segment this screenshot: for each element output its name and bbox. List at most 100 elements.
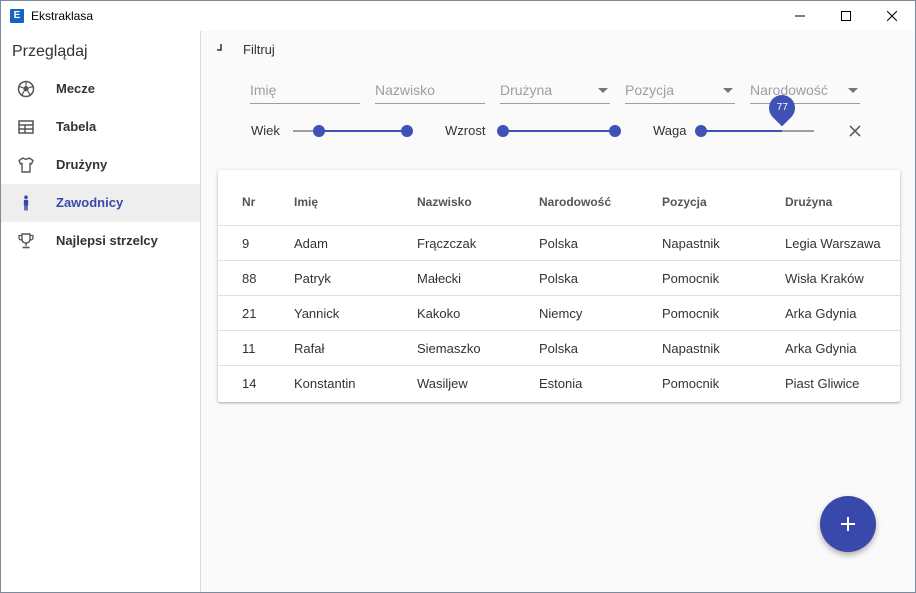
chevron-down-icon: [723, 88, 733, 93]
person-icon: [23, 195, 29, 211]
age-slider-min-thumb[interactable]: [313, 125, 326, 137]
cell-first-name: Yannick: [294, 306, 340, 321]
clear-filters-icon[interactable]: [847, 123, 863, 139]
column-header-last-name[interactable]: Nazwisko: [417, 195, 472, 209]
cell-first-name: Konstantin: [294, 376, 356, 391]
cell-last-name: Kakoko: [417, 306, 461, 321]
filter-collapse-icon[interactable]: [216, 43, 224, 53]
sidebar-item-mecze[interactable]: Mecze: [1, 70, 200, 108]
height-slider-min-thumb[interactable]: [497, 125, 509, 137]
sidebar-item-label: Mecze: [56, 81, 96, 96]
column-header-nr[interactable]: Nr: [242, 195, 255, 209]
window-title: Ekstraklasa: [31, 9, 94, 23]
title-bar: E Ekstraklasa: [1, 1, 915, 31]
age-slider-fill: [319, 130, 407, 132]
cell-position: Napastnik: [662, 341, 720, 356]
shirt-icon: [18, 157, 34, 173]
table-row[interactable]: 11 Rafał Siemaszko Polska Napastnik Arka…: [218, 330, 900, 365]
cell-team: Wisła Kraków: [785, 271, 864, 286]
cell-team: Arka Gdynia: [785, 306, 857, 321]
team-select[interactable]: Drużyna: [500, 78, 610, 104]
first-name-placeholder: Imię: [250, 82, 277, 98]
weight-slider[interactable]: 77: [695, 89, 814, 140]
cell-last-name: Siemaszko: [417, 341, 481, 356]
minimize-button[interactable]: [777, 1, 823, 31]
app-logo-icon: E: [10, 9, 24, 23]
nationality-placeholder: Narodowość: [750, 82, 828, 98]
height-slider-fill: [503, 130, 615, 132]
sidebar: Przeglądaj Mecze Tabela Drużyny Zawodnic…: [1, 31, 201, 592]
close-icon: [887, 11, 897, 21]
soccer-ball-icon: [17, 80, 35, 98]
height-range-slider[interactable]: [497, 122, 621, 140]
weight-slider-min-thumb[interactable]: [695, 125, 707, 137]
cell-team: Legia Warszawa: [785, 236, 881, 251]
cell-position: Pomocnik: [662, 306, 720, 321]
column-header-nationality[interactable]: Narodowość: [539, 195, 611, 209]
height-slider-label: Wzrost: [445, 123, 486, 138]
cell-first-name: Adam: [294, 236, 328, 251]
nationality-select[interactable]: Narodowość: [750, 78, 860, 104]
table-row[interactable]: 9 Adam Frączczak Polska Napastnik Legia …: [218, 225, 900, 260]
table-row[interactable]: 21 Yannick Kakoko Niemcy Pomocnik Arka G…: [218, 295, 900, 330]
position-select[interactable]: Pozycja: [625, 78, 735, 104]
last-name-field[interactable]: Nazwisko: [375, 78, 485, 104]
sidebar-item-label: Zawodnicy: [56, 195, 124, 210]
close-window-button[interactable]: [869, 1, 915, 31]
weight-slider-fill: [701, 130, 783, 132]
sidebar-header: Przeglądaj: [12, 43, 88, 60]
first-name-field[interactable]: Imię: [250, 78, 360, 104]
sidebar-item-label: Najlepsi strzelcy: [56, 233, 158, 248]
sidebar-item-zawodnicy[interactable]: Zawodnicy: [1, 184, 200, 222]
sidebar-item-tabela[interactable]: Tabela: [1, 108, 200, 146]
last-name-placeholder: Nazwisko: [375, 82, 435, 98]
plus-icon: [841, 517, 855, 531]
weight-slider-label: Waga: [653, 123, 687, 138]
cell-position: Napastnik: [662, 236, 720, 251]
cell-position: Pomocnik: [662, 376, 720, 391]
sidebar-item-label: Tabela: [56, 119, 97, 134]
column-header-team[interactable]: Drużyna: [785, 195, 832, 209]
team-placeholder: Drużyna: [500, 82, 553, 98]
table-row[interactable]: 88 Patryk Małecki Polska Pomocnik Wisła …: [218, 260, 900, 295]
players-table: Nr Imię Nazwisko Narodowość Pozycja Druż…: [218, 170, 900, 402]
column-header-first-name[interactable]: Imię: [294, 195, 318, 209]
cell-nationality: Polska: [539, 236, 579, 251]
cell-first-name: Rafał: [294, 341, 325, 356]
main-content: Filtruj Imię Nazwisko Drużyna Pozycja Na…: [202, 31, 915, 592]
cell-nationality: Polska: [539, 341, 579, 356]
cell-nationality: Estonia: [539, 376, 583, 391]
height-slider-max-thumb[interactable]: [609, 125, 621, 137]
cell-last-name: Małecki: [417, 271, 462, 286]
chevron-down-icon: [598, 88, 608, 93]
table-row[interactable]: 14 Konstantin Wasiljew Estonia Pomocnik …: [218, 365, 900, 400]
cell-nr: 21: [242, 306, 257, 321]
table-icon: [18, 120, 34, 134]
sidebar-item-najlepsi-strzelcy[interactable]: Najlepsi strzelcy: [1, 222, 200, 260]
sidebar-item-druzyny[interactable]: Drużyny: [1, 146, 200, 184]
position-placeholder: Pozycja: [625, 82, 675, 98]
cell-position: Pomocnik: [662, 271, 720, 286]
cell-nr: 88: [242, 271, 257, 286]
maximize-button[interactable]: [823, 1, 869, 31]
age-slider-max-thumb[interactable]: [401, 125, 413, 137]
app-window: E Ekstraklasa Przeglądaj Mecze Tabela Dr…: [0, 0, 916, 593]
cell-team: Piast Gliwice: [785, 376, 860, 391]
chevron-down-icon: [848, 88, 858, 93]
sidebar-item-label: Drużyny: [56, 157, 108, 172]
maximize-icon: [841, 11, 851, 21]
cell-team: Arka Gdynia: [785, 341, 857, 356]
trophy-icon: [18, 233, 34, 249]
age-range-slider[interactable]: [293, 122, 413, 140]
cell-nationality: Niemcy: [539, 306, 583, 321]
cell-last-name: Frączczak: [417, 236, 477, 251]
cell-nr: 9: [242, 236, 250, 251]
column-header-position[interactable]: Pozycja: [662, 195, 707, 209]
add-player-button[interactable]: [820, 496, 876, 552]
filter-label[interactable]: Filtruj: [243, 42, 275, 57]
minimize-icon: [795, 15, 805, 17]
cell-nr: 11: [242, 341, 256, 356]
cell-nationality: Polska: [539, 271, 579, 286]
cell-nr: 14: [242, 376, 257, 391]
cell-first-name: Patryk: [294, 271, 331, 286]
